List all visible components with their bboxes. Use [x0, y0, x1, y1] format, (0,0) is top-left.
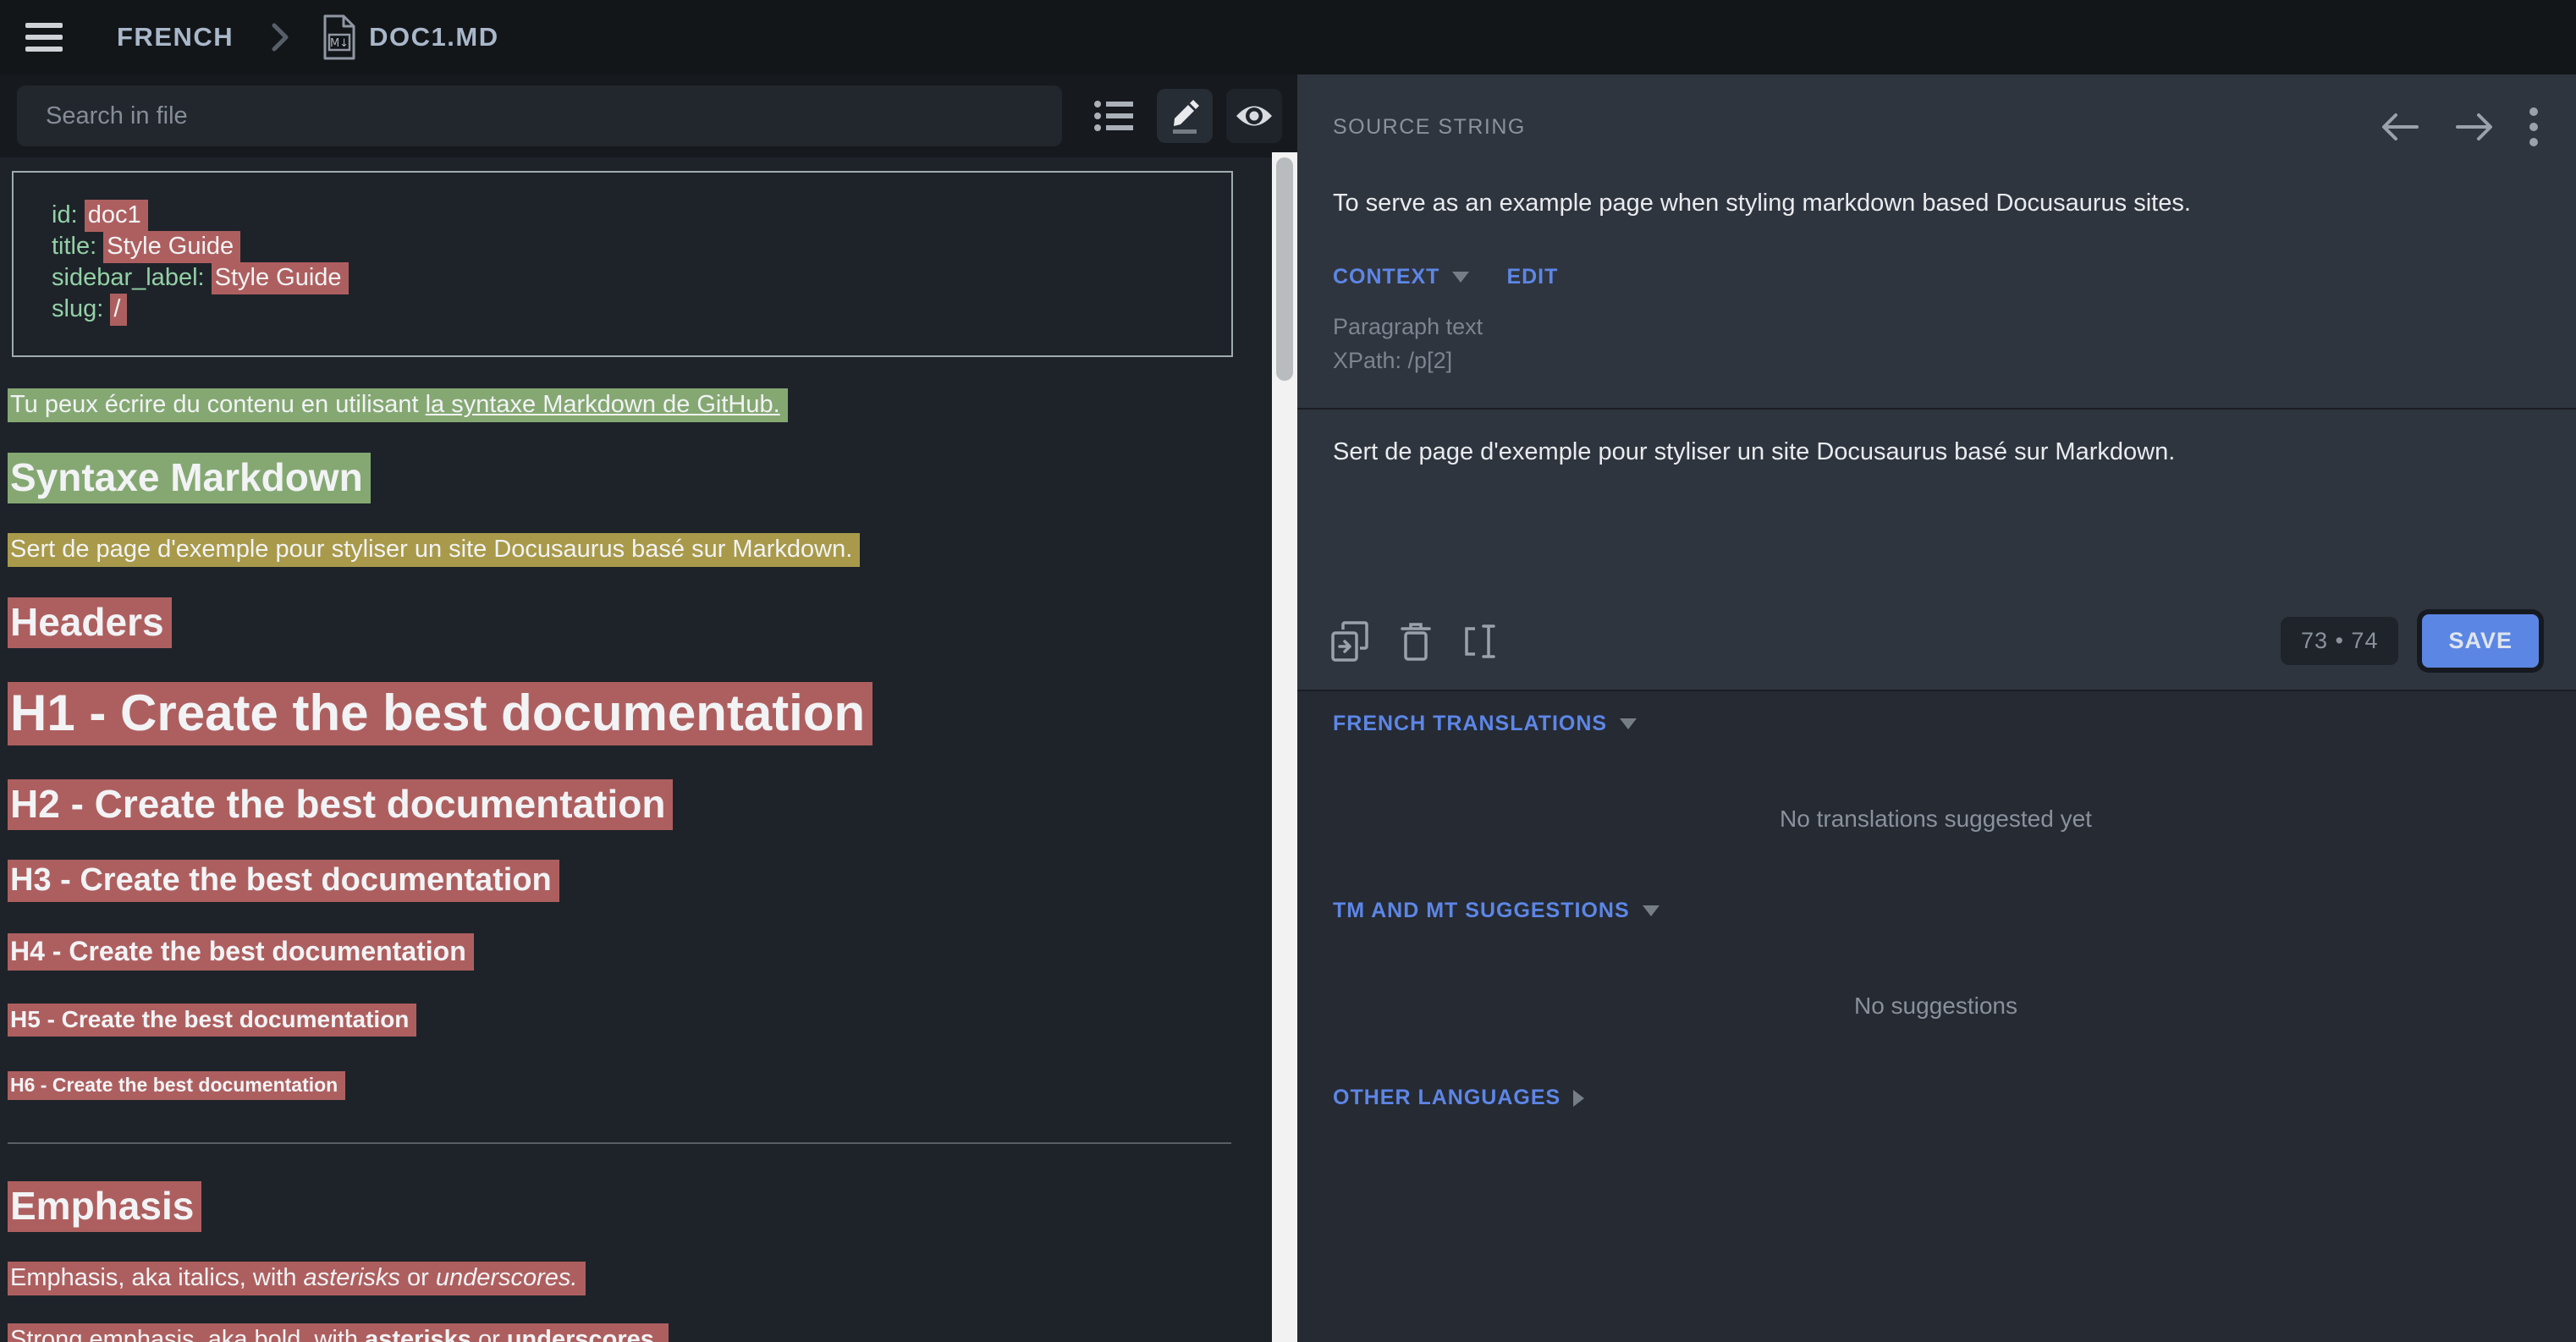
char-counter: 73 • 74 [2281, 617, 2399, 665]
eye-icon [1235, 103, 1274, 129]
suggestions-section: FRENCH TRANSLATIONS No translations sugg… [1297, 690, 2576, 1342]
heading-h6: H6 - Create the best documentation [8, 1074, 1250, 1097]
source-string-text: To serve as an example page when styling… [1297, 147, 2576, 217]
document-preview-panel: id: doc1 title: Style Guide sidebar_labe… [0, 74, 1297, 1342]
context-toggle[interactable]: CONTEXT [1333, 265, 1469, 289]
source-string-highlight[interactable]: Emphasis [8, 1181, 201, 1232]
text-cursor-button[interactable] [1460, 619, 1504, 663]
frontmatter-block: id: doc1 title: Style Guide sidebar_labe… [12, 171, 1233, 357]
heading-h3: H3 - Create the best documentation [8, 862, 1250, 899]
context-details: Paragraph text XPath: /p[2] [1297, 289, 2576, 377]
intro-paragraph: Tu peux écrire du contenu en utilisant l… [8, 391, 1250, 419]
hamburger-menu-icon[interactable] [25, 23, 63, 52]
translations-empty-state: No translations suggested yet [1333, 806, 2539, 833]
heading-h2: H2 - Create the best documentation [8, 781, 1250, 827]
scrollbar-thumb[interactable] [1276, 157, 1293, 381]
chevron-down-icon [1620, 718, 1637, 729]
breadcrumb-chevron-icon [271, 22, 289, 52]
source-string-highlight[interactable]: H6 - Create the best documentation [8, 1071, 345, 1100]
heading-h1: H1 - Create the best documentation [8, 684, 1250, 742]
copy-icon [1331, 621, 1368, 662]
edit-context-button[interactable]: EDIT [1506, 265, 1558, 289]
chevron-right-icon [1573, 1090, 1584, 1107]
text-cursor-icon [1463, 622, 1500, 661]
edit-mode-button[interactable] [1157, 89, 1213, 143]
heading-headers: Headers [8, 599, 1250, 645]
source-string-highlight[interactable]: H4 - Create the best documentation [8, 933, 474, 971]
kebab-menu-icon [2529, 107, 2539, 147]
heading-syntaxe-markdown: Syntaxe Markdown [8, 454, 1250, 500]
pencil-icon [1168, 98, 1202, 134]
document-scrollbar[interactable] [1272, 152, 1297, 1342]
source-string-section: SOURCE STRING To serve as an example pag… [1297, 74, 2576, 690]
frontmatter-line: id: doc1 [52, 200, 1214, 231]
frontmatter-line: sidebar_label: Style Guide [52, 262, 1214, 294]
other-languages-toggle[interactable]: OTHER LANGUAGES [1333, 1086, 2539, 1110]
source-string-highlight[interactable]: Style Guide [103, 231, 240, 263]
context-xpath: XPath: /p[2] [1333, 344, 2539, 377]
source-string-highlight[interactable]: Style Guide [212, 262, 349, 294]
source-string-highlight[interactable]: Emphasis, aka italics, with asterisks or… [8, 1262, 586, 1295]
tm-empty-state: No suggestions [1333, 993, 2539, 1020]
list-icon [1094, 99, 1133, 133]
translation-panel: SOURCE STRING To serve as an example pag… [1297, 74, 2576, 1342]
more-options-button[interactable] [2529, 107, 2539, 147]
source-string-highlight[interactable]: Syntaxe Markdown [8, 453, 371, 503]
github-markdown-link[interactable]: la syntaxe Markdown de GitHub. [426, 391, 780, 418]
arrow-right-icon [2454, 111, 2495, 143]
arrow-left-icon [2380, 111, 2420, 143]
breadcrumb-project[interactable]: FRENCH [117, 22, 234, 52]
selected-string-highlight[interactable]: Sert de page d'exemple pour styliser un … [8, 533, 860, 567]
source-string-highlight[interactable]: Strong emphasis, aka bold, with asterisk… [8, 1323, 669, 1342]
source-string-highlight[interactable]: Tu peux écrire du contenu en utilisant l… [8, 388, 788, 422]
context-type: Paragraph text [1333, 310, 2539, 344]
chevron-down-icon [1452, 272, 1469, 283]
copy-source-button[interactable] [1328, 619, 1372, 663]
source-string-highlight[interactable]: H3 - Create the best documentation [8, 860, 559, 902]
frontmatter-line: title: Style Guide [52, 231, 1214, 262]
horizontal-rule [8, 1142, 1231, 1144]
topbar: FRENCH M↓ DOC1.MD [0, 0, 2576, 74]
source-string-highlight[interactable]: / [110, 294, 127, 326]
previous-string-button[interactable] [2380, 111, 2420, 143]
chevron-down-icon [1643, 905, 1660, 916]
next-string-button[interactable] [2454, 111, 2495, 143]
source-string-highlight[interactable]: H1 - Create the best documentation [8, 682, 872, 745]
french-translations-toggle[interactable]: FRENCH TRANSLATIONS [1333, 712, 2539, 736]
tm-mt-suggestions-toggle[interactable]: TM AND MT SUGGESTIONS [1333, 899, 2539, 923]
delete-translation-button[interactable] [1394, 619, 1438, 663]
source-string-highlight[interactable]: H5 - Create the best documentation [8, 1004, 416, 1037]
translation-toolbar: 73 • 74 SAVE [1297, 606, 2576, 690]
search-toolbar [0, 74, 1297, 157]
preview-mode-button[interactable] [1226, 89, 1282, 143]
source-string-highlight[interactable]: doc1 [85, 200, 148, 232]
strong-emphasis-paragraph: Strong emphasis, aka bold, with asterisk… [8, 1326, 1250, 1342]
heading-h5: H5 - Create the best documentation [8, 1006, 1250, 1033]
search-input[interactable] [17, 85, 1062, 146]
svg-text:M↓: M↓ [330, 37, 349, 50]
trash-icon [1401, 622, 1431, 661]
document-content: id: doc1 title: Style Guide sidebar_labe… [0, 157, 1272, 1342]
save-button[interactable]: SAVE [2422, 614, 2539, 668]
source-string-highlight[interactable]: Headers [8, 597, 172, 648]
frontmatter-line: slug: / [52, 294, 1214, 325]
emphasis-paragraph: Emphasis, aka italics, with asterisks or… [8, 1264, 1250, 1292]
selected-paragraph: Sert de page d'exemple pour styliser un … [8, 536, 1250, 564]
heading-h4: H4 - Create the best documentation [8, 936, 1250, 967]
breadcrumb-file[interactable]: DOC1.MD [369, 22, 498, 52]
heading-emphasis: Emphasis [8, 1183, 1250, 1229]
list-view-button[interactable] [1087, 90, 1140, 142]
translation-input[interactable]: Sert de page d'exemple pour styliser un … [1297, 410, 2576, 606]
source-string-highlight[interactable]: H2 - Create the best documentation [8, 779, 673, 830]
source-string-label: SOURCE STRING [1333, 115, 1526, 140]
markdown-file-icon: M↓ [322, 14, 355, 60]
